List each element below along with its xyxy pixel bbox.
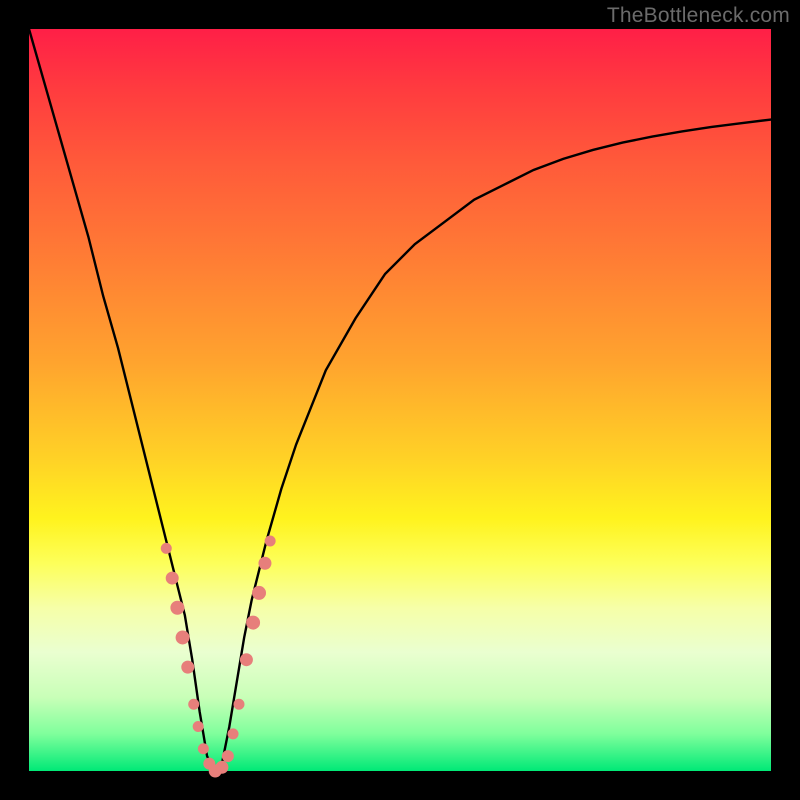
curve-marker	[253, 586, 266, 599]
curve-marker	[198, 744, 208, 754]
curve-marker	[247, 616, 260, 629]
curve-marker	[222, 751, 233, 762]
watermark-text: TheBottleneck.com	[607, 4, 790, 28]
curve-marker	[265, 536, 275, 546]
curve-marker	[182, 661, 194, 673]
curve-marker	[234, 699, 244, 709]
curve-marker	[259, 557, 271, 569]
curve-marker	[161, 543, 171, 553]
curve-marker	[171, 601, 184, 614]
chart-plot-area	[29, 29, 771, 771]
curve-marker	[166, 572, 178, 584]
curve-marker	[189, 699, 199, 709]
curve-marker	[193, 721, 203, 731]
chart-frame: TheBottleneck.com	[0, 0, 800, 800]
curve-marker	[228, 729, 238, 739]
curve-marker	[216, 761, 228, 773]
curve-marker	[176, 631, 189, 644]
bottleneck-curve	[29, 29, 771, 771]
chart-svg	[29, 29, 771, 771]
curve-marker	[240, 654, 252, 666]
